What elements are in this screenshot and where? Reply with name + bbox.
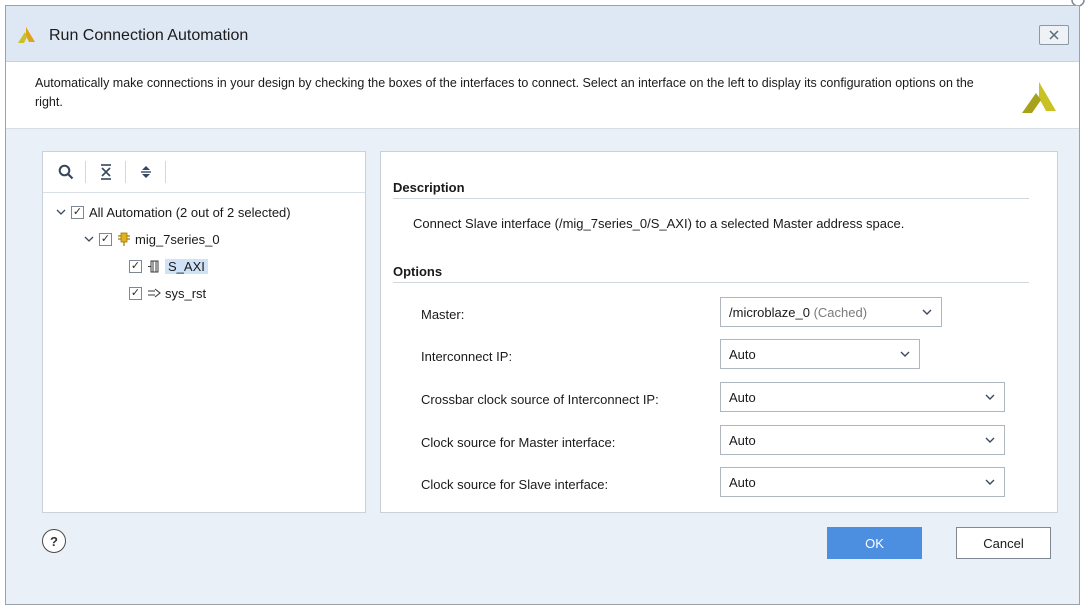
run-connection-automation-dialog: Run Connection Automation Automatically … — [5, 5, 1080, 605]
help-button[interactable]: ? — [42, 529, 66, 553]
dialog-title: Run Connection Automation — [49, 27, 249, 44]
chevron-down-icon — [985, 479, 995, 485]
s-axi-checkbox[interactable]: ✓ — [129, 259, 142, 273]
close-button[interactable] — [1039, 25, 1069, 45]
reset-port-icon — [147, 286, 161, 300]
section-divider — [393, 282, 1029, 283]
search-button[interactable] — [55, 161, 77, 183]
close-icon — [1049, 30, 1059, 40]
option-label-master-clock: Clock source for Master interface: — [421, 435, 616, 450]
option-label-slave-clock: Clock source for Slave interface: — [421, 477, 609, 492]
chevron-down-icon — [922, 309, 932, 315]
configuration-panel: Description Connect Slave interface (/mi… — [380, 151, 1058, 513]
crossbar-clock-select[interactable]: Auto — [720, 382, 1005, 412]
toolbar-separator — [85, 161, 86, 183]
interconnect-ip-select[interactable]: Auto — [720, 339, 920, 369]
automation-logo-icon — [18, 27, 35, 43]
xilinx-logo-icon — [1022, 82, 1056, 113]
option-label-master: Master: — [421, 307, 465, 322]
select-value: Auto — [729, 389, 756, 405]
tree-child-row[interactable]: ✓ sys_rst — [129, 282, 206, 304]
tree-child-label: S_AXI — [165, 258, 208, 274]
options-heading: Options — [393, 264, 443, 279]
chevron-down-icon[interactable] — [83, 233, 95, 245]
expand-all-icon — [141, 166, 151, 178]
select-value: Auto — [729, 474, 756, 490]
master-select[interactable]: /microblaze_0 (Cached) — [720, 297, 942, 327]
dialog-header: Automatically make connections in your d… — [6, 62, 1079, 129]
section-divider — [393, 198, 1029, 199]
cancel-button[interactable]: Cancel — [956, 527, 1051, 559]
chevron-down-icon[interactable] — [55, 206, 67, 218]
search-icon — [58, 164, 74, 180]
interface-tree-panel: ✓ All Automation (2 out of 2 selected) ✓… — [42, 151, 366, 513]
tree-root-row[interactable]: ✓ All Automation (2 out of 2 selected) — [55, 201, 291, 223]
bus-interface-icon — [147, 259, 161, 273]
tree-child-row[interactable]: ✓ S_AXI — [129, 255, 208, 277]
ip-block-icon — [117, 232, 131, 246]
select-value: Auto — [729, 432, 756, 448]
toolbar-separator — [165, 161, 166, 183]
ok-button[interactable]: OK — [827, 527, 922, 559]
option-label-interconnect: Interconnect IP: — [421, 349, 513, 364]
mig-checkbox[interactable]: ✓ — [99, 232, 112, 246]
chevron-down-icon — [985, 437, 995, 443]
select-value: Auto — [729, 346, 756, 362]
select-value: /microblaze_0 — [729, 304, 810, 320]
master-clock-select[interactable]: Auto — [720, 425, 1005, 455]
title-bar: Run Connection Automation — [6, 6, 1079, 62]
description-text: Connect Slave interface (/mig_7series_0/… — [413, 216, 905, 231]
option-label-crossbar-clock: Crossbar clock source of Interconnect IP… — [421, 392, 659, 407]
chevron-down-icon — [985, 394, 995, 400]
expand-all-button[interactable] — [135, 161, 157, 183]
select-suffix: (Cached) — [813, 304, 868, 320]
sys-rst-checkbox[interactable]: ✓ — [129, 286, 142, 300]
dialog-body: ✓ All Automation (2 out of 2 selected) ✓… — [6, 129, 1079, 604]
slave-clock-select[interactable]: Auto — [720, 467, 1005, 497]
toolbar-separator — [125, 161, 126, 183]
collapse-all-button[interactable] — [95, 161, 117, 183]
collapse-all-icon — [101, 164, 111, 180]
header-description: Automatically make connections in your d… — [35, 76, 974, 109]
description-heading: Description — [393, 180, 465, 195]
tree-toolbar — [43, 152, 365, 193]
chevron-down-icon — [900, 351, 910, 357]
tree-child-label: sys_rst — [165, 285, 207, 301]
tree-node-row[interactable]: ✓ mig_7series_0 — [83, 228, 220, 250]
tree-root-label: All Automation (2 out of 2 selected) — [89, 204, 291, 220]
help-icon: ? — [50, 533, 58, 549]
tree-node-label: mig_7series_0 — [135, 231, 220, 247]
all-automation-checkbox[interactable]: ✓ — [71, 205, 84, 219]
